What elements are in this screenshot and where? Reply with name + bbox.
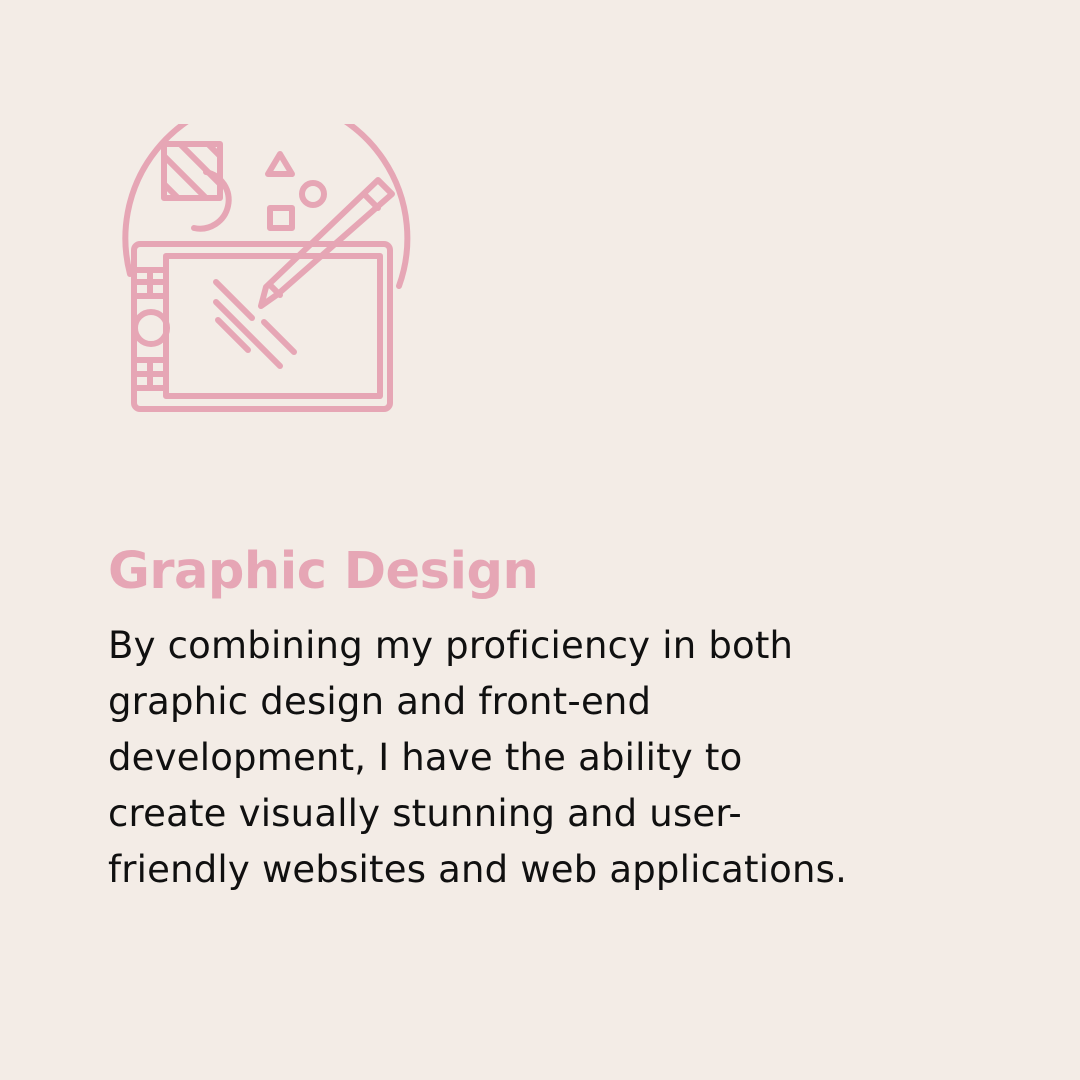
service-title: Graphic Design: [108, 542, 539, 601]
graphic-design-tablet-icon: [116, 124, 412, 416]
service-card: Graphic Design By combining my proficien…: [0, 0, 1080, 1080]
service-description: By combining my proficiency in both grap…: [108, 624, 848, 891]
